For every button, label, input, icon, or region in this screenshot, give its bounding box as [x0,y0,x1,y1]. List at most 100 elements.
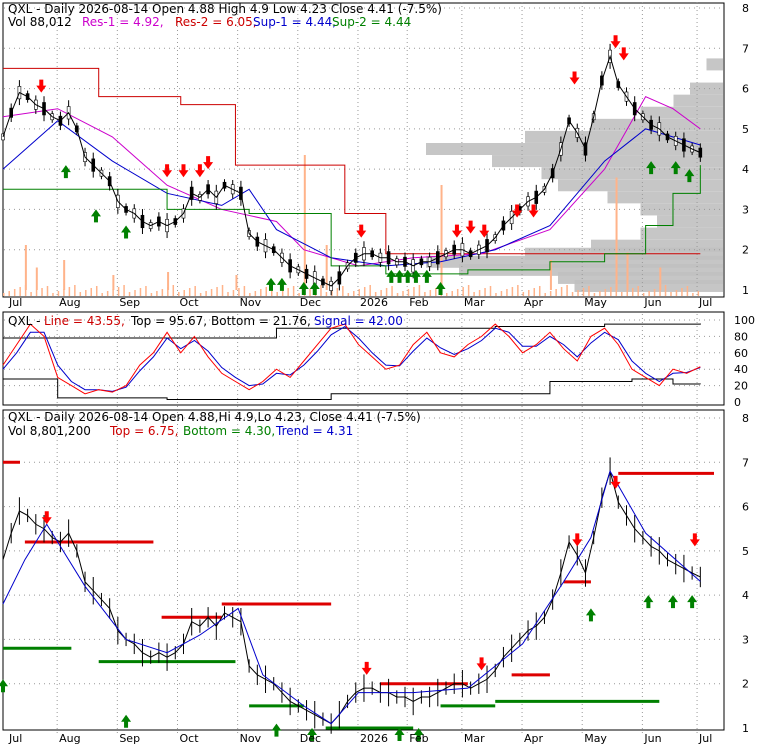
volume-bar [456,289,459,296]
profile-bar [558,179,723,192]
y-tick-label: 100 [734,314,755,327]
volume-bar [342,286,344,296]
y-tick-label: 80 [734,330,748,343]
profile-bar [591,239,723,252]
volume-bar [235,275,238,290]
volume-bar [35,267,38,290]
volume-bar [604,289,607,296]
y-tick-label: 2 [742,678,749,691]
volume-bar [320,285,322,296]
volume-bar [292,286,295,296]
volume-bar [95,286,98,296]
trend-legend-bottom: Bottom = 4.30, [183,424,275,438]
x-tick-label: Jul [8,296,22,309]
y-tick-label: 1 [742,722,749,735]
volume-bar [462,287,464,296]
volume-bar [588,286,590,296]
volume-bar [538,286,541,296]
profile-bar [640,106,723,119]
volume-bar [74,285,76,296]
oscillator-legend-bottom: Bottom = 21.76, [211,314,311,328]
volume-bar [451,291,453,296]
price-panel-y-axis: 1 2 3 4 5 6 7 8 [742,2,749,297]
volume-bar [63,289,65,296]
volume-bar [112,275,115,290]
x-tick-label: Sep [119,732,140,745]
volume-bar [560,287,563,296]
price-panel-legend-res2: Res-2 = 6.05, [175,15,257,29]
volume-bar [396,293,399,296]
price-panel-legend-title: QXL - Daily 2026-08-14 Open 4.88 High 4.… [8,2,442,16]
trend-panel-x-axis: Jul Aug Sep Oct Nov Dec 2026 Feb Mar Apr May Jun Jul [8,732,712,745]
profile-bar [541,167,723,180]
volume-bar [429,290,432,296]
volume-bar [363,287,366,296]
volume-bar [265,287,268,296]
volume-bar [199,293,202,296]
volume-bar [90,288,93,296]
price-panel-legend-vol: Vol 88,012 [8,15,72,29]
volume-bar [150,293,153,296]
x-tick-label: Feb [409,732,428,745]
volume-bar [19,287,21,296]
y-tick-label: 1 [742,284,749,297]
volume-bar [260,289,262,296]
volume-bar [610,287,612,296]
profile-bar [640,203,723,216]
volume-bar [495,293,497,296]
y-tick-label: 3 [742,203,749,216]
volume-bar [549,291,552,296]
volume-bar [692,293,694,296]
volume-bar [46,286,49,296]
volume-bar [161,289,164,296]
x-tick-label: Jun [643,296,661,309]
volume-bar [227,292,229,296]
volume-bar [52,293,54,296]
volume-bar [626,252,629,290]
x-tick-label: Mar [464,732,485,745]
volume-bar [13,289,16,296]
y-tick-label: 7 [742,456,749,469]
volume-bar [544,293,546,296]
x-tick-label: Apr [524,296,544,309]
y-tick-label: 20 [734,380,748,393]
volume-bar [577,290,579,296]
x-tick-label: Mar [464,296,485,309]
volume-bar [555,289,557,296]
volume-bar [24,285,27,296]
oscillator-legend-top: Top = 95.67, [130,314,207,328]
volume-bar [243,286,246,296]
x-tick-label: May [584,732,607,745]
volume-bar [309,289,311,296]
volume-bar [210,289,213,296]
y-tick-label: 8 [742,2,749,15]
y-tick-label: 4 [742,163,749,176]
x-tick-label: 2026 [360,296,388,309]
profile-bar [492,155,723,168]
volume-bar [391,286,393,296]
volume-bar [484,288,486,296]
profile-bar [607,191,723,204]
volume-bar [167,287,169,296]
volume-bar [106,291,109,296]
x-tick-label: Dec [300,732,321,745]
trend-panel-y-axis: 1 2 3 4 5 6 7 8 [742,412,749,735]
volume-bar [566,285,568,296]
volume-bar [287,288,289,296]
volume-bar [637,286,639,296]
volume-bar [467,285,470,296]
volume-bar [407,289,410,296]
volume-bar [188,288,191,296]
volume-bar [117,287,120,296]
volume-bar [582,288,585,296]
x-tick-label: Feb [409,296,428,309]
volume-bar [3,293,5,296]
x-tick-label: Sep [119,296,140,309]
volume-bar [506,289,508,296]
volume-bar [101,293,103,296]
x-tick-label: Aug [59,296,80,309]
price-panel-x-axis: Jul Aug Sep Oct Nov Dec 2026 Feb Mar Apr May Jun Jul [8,296,712,309]
volume-bar [156,291,158,296]
volume-bar [659,267,662,290]
trend-legend-title: QXL - Daily 2026-08-14 Open 4.88,Hi 4.9,… [8,410,421,424]
